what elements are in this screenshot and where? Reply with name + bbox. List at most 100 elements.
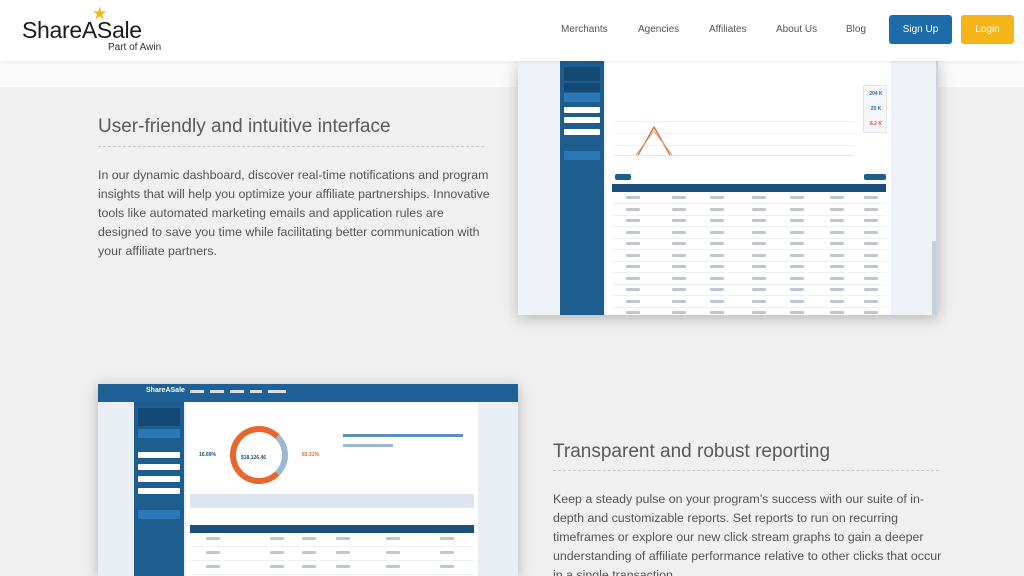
table-cell [830,265,844,268]
menu-item [250,390,262,393]
section2-title: Transparent and robust reporting [553,441,831,462]
site-logo[interactable]: ★ ShareASale Part of Awin [22,4,172,54]
nav-merchants[interactable]: Merchants [561,24,608,35]
table-cell [830,276,844,280]
select-field [138,488,180,494]
table-row [612,262,886,273]
report-topbar: ShareASale [98,384,518,402]
table-cell [710,207,724,211]
select-field [138,464,180,470]
table-cell [710,196,724,199]
table-cell [440,565,454,568]
table-cell [386,551,400,554]
select-field [564,129,600,135]
table-cell [672,265,686,268]
table-cell [672,253,686,257]
table-cell [864,311,878,314]
table-cell [790,207,804,211]
table-row [612,193,886,204]
left-percentage: 16.69% [199,452,216,458]
table-cell [790,288,804,291]
table-cell [270,551,284,554]
table-cell [626,288,640,291]
table-cell [864,265,878,268]
apply-button [138,510,180,519]
table-cell [672,242,686,245]
table-cell [672,299,686,303]
table-cell [626,230,640,234]
line-chart [614,111,854,156]
table-cell [830,311,844,314]
table-cell [672,276,686,280]
table-cell [710,230,724,234]
date-field [564,107,600,113]
date-field [138,452,180,458]
nav-agencies[interactable]: Agencies [638,24,679,35]
table-cell [830,230,844,234]
dashboard-sidebar [560,61,604,315]
table-cell [626,207,640,211]
table-cell [710,276,724,280]
table-cell [672,207,686,211]
account-box [138,408,180,426]
table-cell [302,537,316,540]
table-cell [626,265,640,268]
progress-bar [343,434,463,437]
progress-bar [343,444,393,447]
table-row [612,251,886,262]
center-value: $18,126.46 [241,455,267,461]
scrollbar [932,241,936,315]
section2-divider [553,470,939,471]
login-button[interactable]: Login [961,15,1014,44]
table-cell [830,219,844,222]
dashboard-screenshot: 204 K 25 K 8.2 K [518,61,938,315]
table-cell [206,537,220,540]
nav-about-us[interactable]: About Us [776,24,817,35]
table-row [612,274,886,285]
table-cell [336,565,350,568]
table-row [190,562,474,575]
nav-affiliates[interactable]: Affiliates [709,24,747,35]
signup-button[interactable]: Sign Up [889,15,952,44]
table-cell [752,242,766,245]
chart-lines [635,125,673,156]
table-cell [672,288,686,291]
filter-button [138,429,180,438]
kpi-panel: 204 K 25 K 8.2 K [863,85,887,133]
table-row [612,308,886,315]
table-cell [830,299,844,303]
table-cell [710,242,724,245]
table-cell [752,299,766,303]
report-logo: ShareASale [146,387,185,394]
date-field [564,117,600,123]
table-cell [672,230,686,234]
table-cell [710,265,724,268]
table-cell [626,299,640,303]
logo-subtitle: Part of Awin [108,42,162,53]
table-header [612,184,886,192]
table-cell [790,299,804,303]
table-cell [626,253,640,257]
table-cell [864,196,878,199]
table-cell [790,276,804,280]
table-cell [752,265,766,268]
table-cell [336,551,350,554]
table-cell [790,265,804,268]
table-cell [790,311,804,314]
totals-band [190,494,474,508]
table-row [612,239,886,250]
table-cell [864,288,878,291]
table-row [190,534,474,547]
table-cell [752,311,766,314]
table-cell [672,311,686,314]
table-row [612,216,886,227]
table-cell [302,565,316,568]
table-cell [790,253,804,257]
report-screenshot: ShareASale 16.69% $18,126.46 83.31% [98,384,518,576]
table-cell [626,311,640,314]
table-row [612,205,886,216]
table-cell [710,219,724,222]
table-cell [830,288,844,291]
nav-blog[interactable]: Blog [846,24,866,35]
site-header: ★ ShareASale Part of Awin Merchants Agen… [0,0,1024,61]
